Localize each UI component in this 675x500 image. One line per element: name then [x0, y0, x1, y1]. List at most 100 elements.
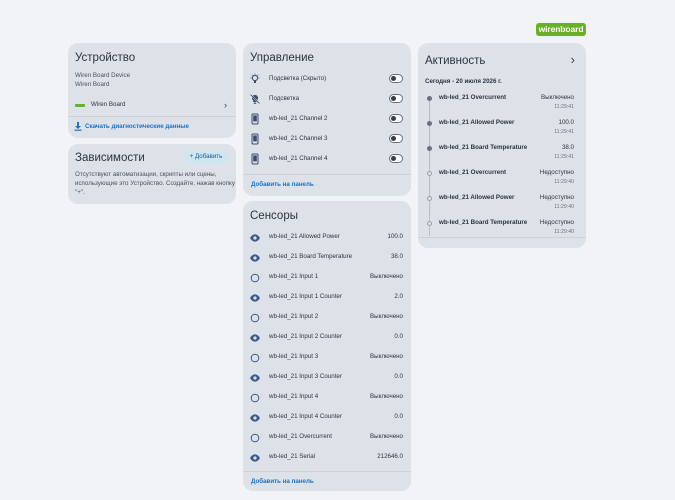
activity-time: 11:29:41 [554, 104, 574, 110]
phone-device-icon [251, 113, 259, 125]
control-add-to-panel-button[interactable]: Добавить на панель [251, 181, 314, 188]
sensor-value: Выключено [370, 393, 403, 400]
sensors-card-title: Сенсоры [250, 210, 298, 222]
activity-entry[interactable]: wb-led_21 Overcurrent Недоступно 11:29:40 [418, 167, 586, 192]
sensor-row[interactable]: wb-led_21 Input 1 Counter 2.0 [243, 287, 411, 307]
control-label: wb-led_21 Channel 3 [269, 135, 328, 142]
activity-entry[interactable]: wb-led_21 Allowed Power 100.0 11:29:41 [418, 117, 586, 142]
control-card: Управление Подсветка (Скрыто) Подсветка … [243, 43, 411, 196]
circle-outline-icon [249, 391, 261, 403]
download-diagnostics-button[interactable]: Скачать диагностические данные [68, 120, 236, 134]
circle-outline-icon [249, 431, 261, 443]
eye-icon [249, 451, 261, 463]
sensors-add-to-panel-button[interactable]: Добавить на панель [251, 478, 314, 485]
control-toggle[interactable] [389, 74, 403, 83]
activity-state: Недоступно [539, 194, 574, 201]
lightbulb-off-icon [249, 93, 261, 105]
control-label: Подсветка [269, 95, 300, 102]
sensor-label: wb-led_21 Input 4 [269, 393, 319, 400]
eye-icon [249, 411, 261, 423]
device-card: Устройство Wiren Board Device Wiren Boar… [68, 43, 236, 138]
activity-date-header: Сегодня - 20 июля 2026 г. [425, 78, 502, 85]
eye-icon [249, 251, 261, 263]
sensors-card: Сенсоры wb-led_21 Allowed Power 100.0 wb-l… [243, 201, 411, 491]
sensor-row[interactable]: wb-led_21 Board Temperature 38.0 [243, 247, 411, 267]
activity-entity-name: wb-led_21 Overcurrent [439, 169, 507, 176]
wirenboard-logo: wirenboard [536, 23, 586, 36]
add-dependency-button[interactable]: + Добавить [183, 150, 229, 164]
device-manufacturer: Wiren Board [75, 81, 110, 88]
activity-entity-name: wb-led_21 Allowed Power [439, 194, 515, 201]
sensor-row[interactable]: wb-led_21 Input 3 Выключено [243, 347, 411, 367]
sensor-row[interactable]: wb-led_21 Allowed Power 100.0 [243, 227, 411, 247]
sensor-value: 38.0 [390, 253, 403, 260]
sensor-label: wb-led_21 Serial [269, 453, 316, 460]
timeline-dot-icon [427, 221, 432, 226]
dependencies-text-1: Отсутствуют автоматизации, скрипты или с… [75, 171, 217, 178]
control-row[interactable]: wb-led_21 Channel 2 [243, 109, 411, 129]
phone-device-icon [251, 153, 259, 165]
timeline-dot-icon [427, 146, 432, 151]
wirenboard-small-logo-icon [75, 104, 85, 107]
sensor-label: wb-led_21 Input 1 Counter [269, 293, 342, 300]
dependencies-text-3: "+". [75, 189, 85, 196]
chevron-right-icon[interactable]: › [571, 52, 575, 67]
sensor-row[interactable]: wb-led_21 Input 3 Counter 0.0 [243, 367, 411, 387]
eye-icon [249, 331, 261, 343]
device-model: Wiren Board Device [75, 72, 131, 79]
sensor-value: Выключено [370, 433, 403, 440]
control-row[interactable]: Подсветка (Скрыто) [243, 69, 411, 89]
circle-outline-icon [249, 351, 261, 363]
control-row[interactable]: wb-led_21 Channel 4 [243, 149, 411, 169]
control-toggle[interactable] [389, 114, 403, 123]
lightbulb-outline-icon [250, 73, 260, 83]
chevron-right-icon: › [224, 100, 227, 110]
sensor-label: wb-led_21 Board Temperature [269, 253, 353, 260]
activity-state: Выключено [541, 94, 574, 101]
sensor-row[interactable]: wb-led_21 Input 2 Counter 0.0 [243, 327, 411, 347]
activity-entry[interactable]: wb-led_21 Allowed Power Недоступно 11:29:4… [418, 192, 586, 217]
control-row[interactable]: wb-led_21 Channel 3 [243, 129, 411, 149]
sensor-value: Выключено [370, 353, 403, 360]
activity-time: 11:29:41 [554, 129, 574, 135]
activity-entity-name: wb-led_21 Overcurrent [439, 94, 507, 101]
sensor-row[interactable]: wb-led_21 Input 4 Counter 0.0 [243, 407, 411, 427]
sensor-label: wb-led_21 Input 4 Counter [269, 413, 342, 420]
sensor-label: wb-led_21 Input 2 Counter [269, 333, 342, 340]
activity-time: 11:29:40 [554, 204, 574, 210]
eye-icon [249, 291, 261, 303]
control-toggle[interactable] [389, 154, 403, 163]
dependencies-card: Зависимости + Добавить Отсутствуют автом… [68, 144, 236, 204]
device-link-label: Wiren Board [91, 101, 126, 108]
device-link-row[interactable]: Wiren Board › [68, 99, 236, 113]
activity-entry[interactable]: wb-led_21 Overcurrent Выключено 11:29:41 [418, 92, 586, 117]
control-label: wb-led_21 Channel 2 [269, 115, 328, 122]
sensor-row[interactable]: wb-led_21 Serial 212646.0 [243, 447, 411, 467]
activity-entry[interactable]: wb-led_21 Board Temperature Недоступно 11:… [418, 217, 586, 242]
activity-state: Недоступно [539, 169, 574, 176]
sensor-row[interactable]: wb-led_21 Input 1 Выключено [243, 267, 411, 287]
dependencies-text-2: использующие это Устройство. Создайте, н… [75, 180, 235, 187]
activity-card-title: Активность [425, 55, 486, 67]
control-toggle[interactable] [389, 94, 403, 103]
sensor-label: wb-led_21 Input 3 Counter [269, 373, 342, 380]
sensor-row[interactable]: wb-led_21 Input 2 Выключено [243, 307, 411, 327]
timeline-dot-icon [427, 96, 432, 101]
download-diagnostics-label: Скачать диагностические данные [85, 123, 189, 130]
eye-icon [249, 231, 261, 243]
sensor-row[interactable]: wb-led_21 Input 4 Выключено [243, 387, 411, 407]
control-row[interactable]: Подсветка [243, 89, 411, 109]
sensor-row[interactable]: wb-led_21 Overcurrent Выключено [243, 427, 411, 447]
activity-entity-name: wb-led_21 Board Temperature [439, 144, 528, 151]
sensor-label: wb-led_21 Allowed Power [269, 233, 340, 240]
activity-state: Недоступно [539, 219, 574, 226]
sensor-label: wb-led_21 Input 3 [269, 353, 319, 360]
activity-entry[interactable]: wb-led_21 Board Temperature 38.0 11:29:41 [418, 142, 586, 167]
control-toggle[interactable] [389, 134, 403, 143]
dependencies-card-title: Зависимости [75, 152, 145, 164]
activity-time: 11:29:41 [554, 154, 574, 160]
timeline-dot-icon [427, 121, 432, 126]
circle-outline-icon [249, 271, 261, 283]
timeline-dot-icon [427, 171, 432, 176]
activity-time: 11:29:40 [554, 229, 574, 235]
